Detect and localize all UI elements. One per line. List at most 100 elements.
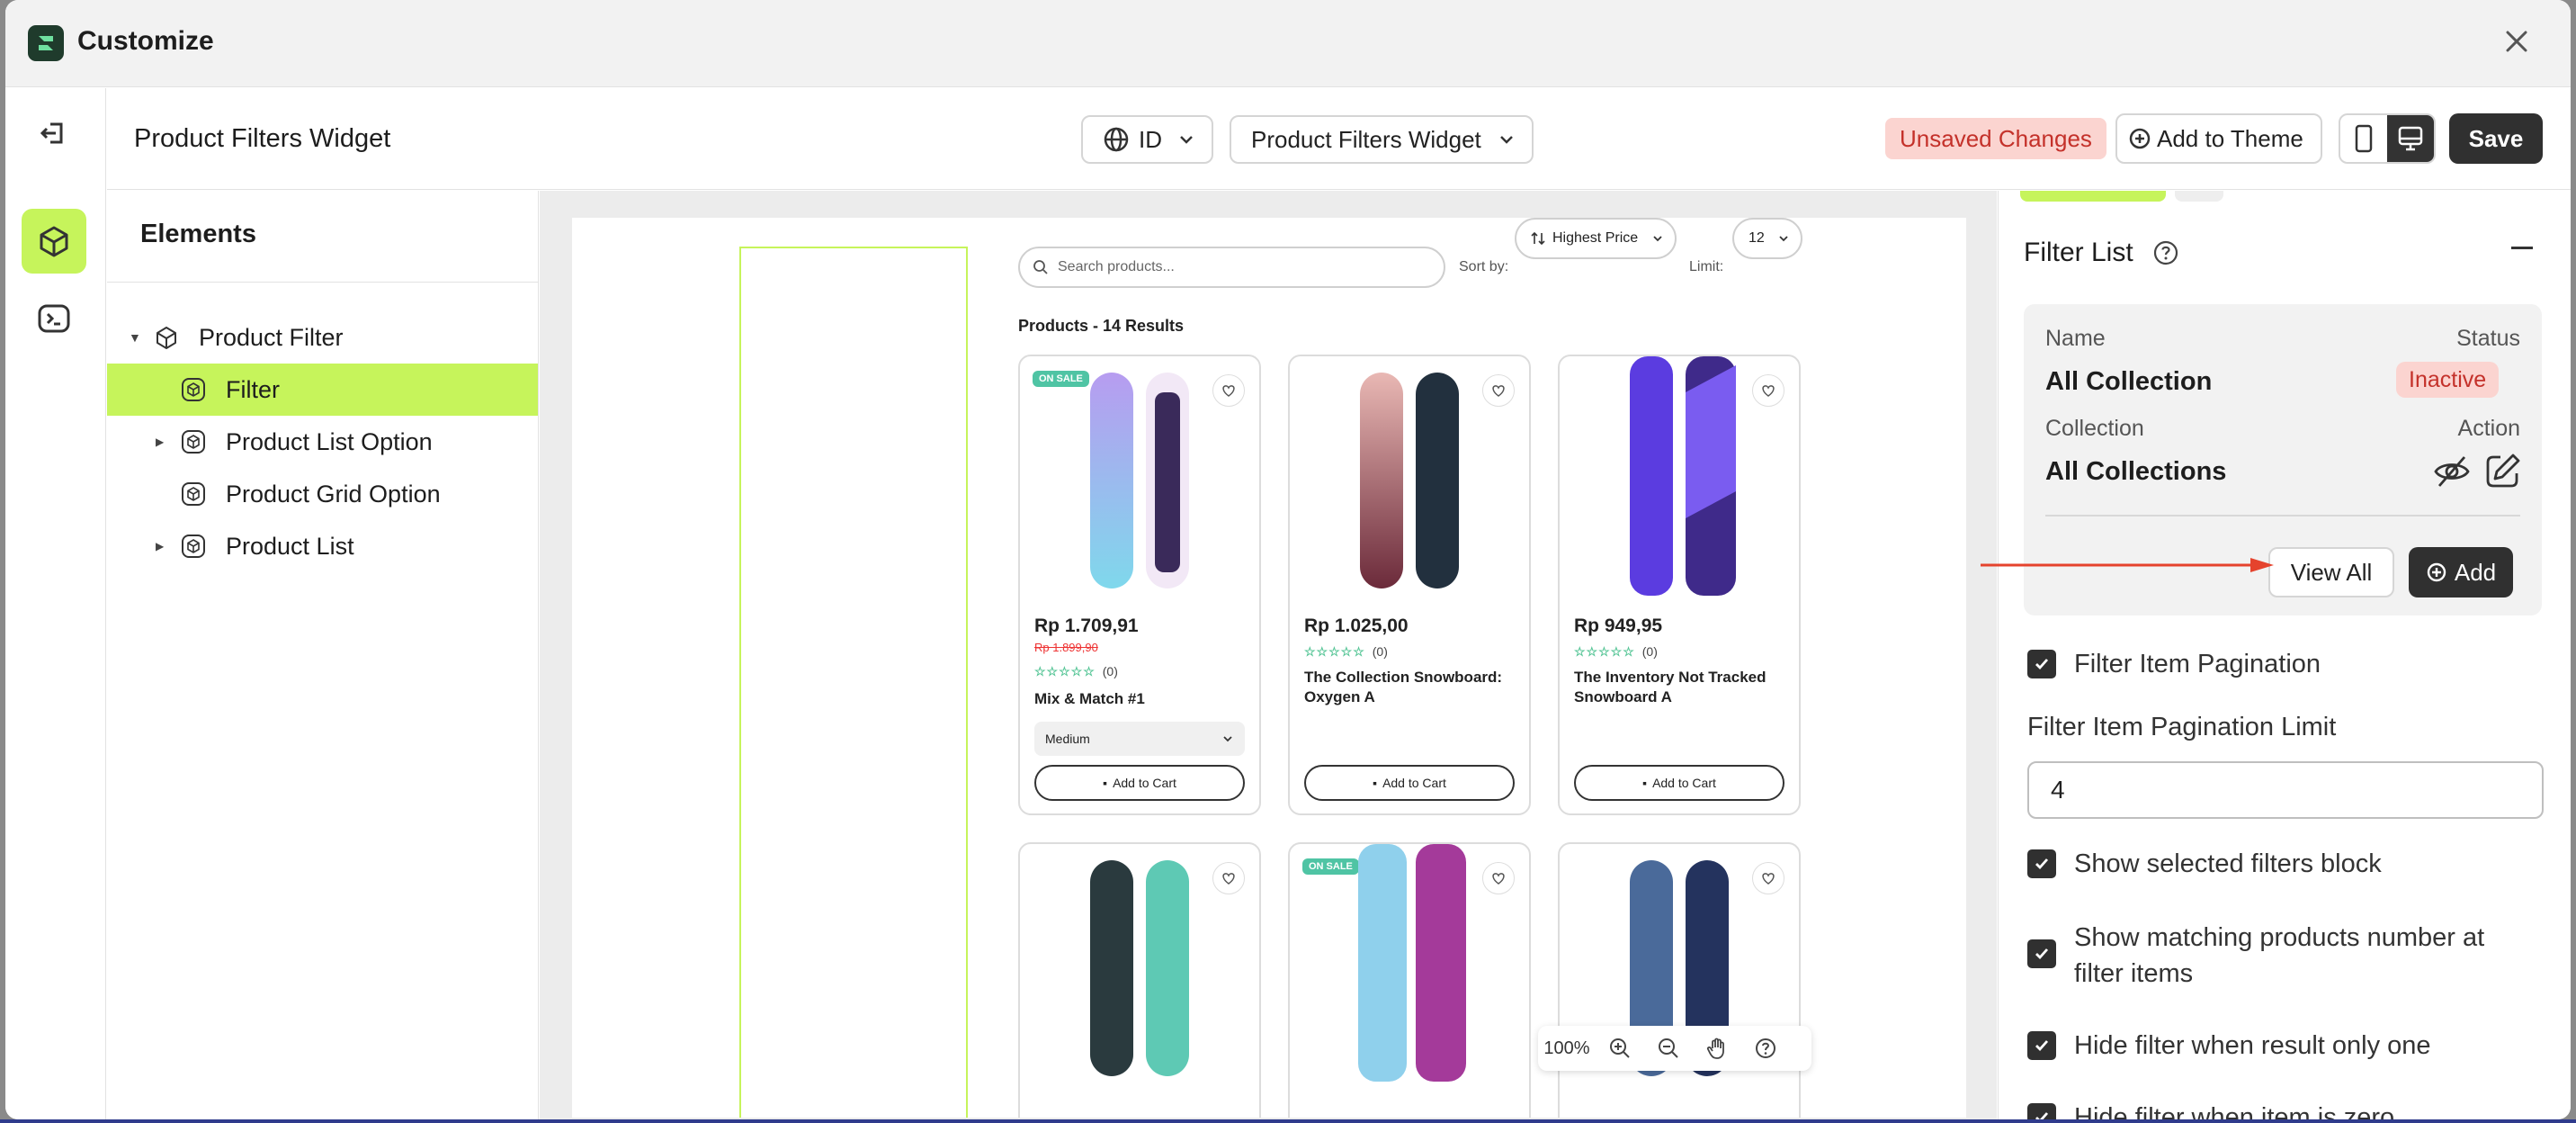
help-icon[interactable] bbox=[1741, 1026, 1790, 1071]
product-card[interactable] bbox=[1558, 842, 1801, 1118]
product-image[interactable] bbox=[1083, 853, 1200, 1083]
add-to-theme-label: Add to Theme bbox=[2157, 124, 2303, 152]
checkbox-checked-icon[interactable] bbox=[2027, 650, 2056, 678]
elements-tab-icon[interactable] bbox=[22, 209, 86, 274]
collection-label: Collection bbox=[2045, 416, 2144, 441]
product-search-input[interactable]: Search products... bbox=[1018, 247, 1445, 288]
heart-icon[interactable] bbox=[1752, 374, 1784, 407]
heart-icon[interactable] bbox=[1482, 374, 1515, 407]
editor-topbar: Product Filters Widget ID Product Filter… bbox=[107, 88, 2571, 190]
checkbox-checked-icon[interactable] bbox=[2027, 849, 2056, 878]
tree-item-product-filter[interactable]: ▼ Product Filter bbox=[107, 311, 538, 364]
add-button[interactable]: Add bbox=[2409, 547, 2513, 597]
product-image[interactable] bbox=[1623, 356, 1740, 599]
product-card[interactable]: ON SALE bbox=[1288, 842, 1531, 1118]
sale-badge: ON SALE bbox=[1302, 858, 1359, 875]
rating-stars: ☆☆☆☆☆ (0) bbox=[1034, 664, 1118, 679]
tree-item-label: Product List bbox=[226, 532, 354, 560]
product-card[interactable]: ON SALE Rp 1.709,91 Rp 1.899,90 ☆☆☆☆☆ (0)… bbox=[1018, 355, 1261, 815]
language-select[interactable]: ID bbox=[1081, 115, 1213, 164]
product-card[interactable]: Rp 1.025,00 ☆☆☆☆☆ (0) The Collection Snow… bbox=[1288, 355, 1531, 815]
rating-stars: ☆☆☆☆☆ (0) bbox=[1574, 644, 1658, 660]
sort-select[interactable]: Highest Price bbox=[1515, 218, 1677, 259]
desktop-view-icon[interactable] bbox=[2387, 115, 2434, 162]
product-name[interactable]: Mix & Match #1 bbox=[1034, 689, 1248, 709]
caret-down-icon[interactable]: ▼ bbox=[129, 330, 141, 345]
view-all-button[interactable]: View All bbox=[2268, 547, 2394, 597]
product-card[interactable] bbox=[1018, 842, 1261, 1118]
product-name[interactable]: The Collection Snowboard: Oxygen A bbox=[1304, 668, 1518, 707]
product-card[interactable]: Rp 949,95 ☆☆☆☆☆ (0) The Inventory Not Tra… bbox=[1558, 355, 1801, 815]
caret-right-icon[interactable]: ▶ bbox=[156, 540, 164, 553]
hide-filter-one-result-checkbox[interactable]: Hide filter when result only one bbox=[2027, 1028, 2431, 1064]
divider bbox=[2045, 515, 2520, 517]
edit-icon[interactable] bbox=[2482, 452, 2522, 491]
add-to-theme-button[interactable]: Add to Theme bbox=[2115, 113, 2322, 164]
unsaved-changes-badge: Unsaved Changes bbox=[1885, 118, 2106, 159]
stars-glyphs: ☆☆☆☆☆ bbox=[1304, 644, 1365, 659]
show-selected-filters-checkbox[interactable]: Show selected filters block bbox=[2027, 846, 2382, 882]
save-button[interactable]: Save bbox=[2449, 113, 2543, 164]
heart-icon[interactable] bbox=[1482, 862, 1515, 894]
add-to-cart-button[interactable]: ▪ Add to Cart bbox=[1304, 765, 1515, 801]
variant-select[interactable]: Medium bbox=[1034, 722, 1245, 756]
filter-list-title: Filter List bbox=[2024, 238, 2133, 267]
zoom-in-icon[interactable] bbox=[1596, 1026, 1644, 1071]
rating-count: (0) bbox=[1641, 644, 1658, 659]
chevron-down-icon bbox=[1180, 136, 1193, 144]
limit-select[interactable]: 12 bbox=[1732, 218, 1802, 259]
heart-icon[interactable] bbox=[1752, 862, 1784, 894]
page-title: Product Filters Widget bbox=[134, 124, 391, 153]
chevron-down-icon bbox=[1779, 236, 1788, 242]
tab-stub[interactable] bbox=[2020, 191, 2166, 202]
product-name[interactable]: The Inventory Not Tracked Snowboard A bbox=[1574, 668, 1788, 707]
checkbox-label: Hide filter when result only one bbox=[2074, 1031, 2431, 1060]
tree-item-product-grid-option[interactable]: Product Grid Option bbox=[107, 468, 538, 520]
pagination-limit-input[interactable]: 4 bbox=[2027, 761, 2544, 819]
tree-item-product-list[interactable]: ▶ Product List bbox=[107, 520, 538, 572]
mobile-view-icon[interactable] bbox=[2340, 115, 2387, 162]
stars-glyphs: ☆☆☆☆☆ bbox=[1574, 644, 1635, 659]
filter-placeholder[interactable] bbox=[739, 247, 968, 1118]
tree-item-filter[interactable]: Filter bbox=[107, 364, 538, 416]
chevron-down-icon bbox=[1223, 736, 1232, 742]
collapse-icon[interactable] bbox=[2511, 247, 2533, 249]
product-image[interactable] bbox=[1353, 844, 1470, 1083]
checkbox-checked-icon[interactable] bbox=[2027, 1103, 2056, 1119]
eye-off-icon[interactable] bbox=[2432, 452, 2472, 491]
product-price: Rp 1.025,00 bbox=[1304, 615, 1409, 636]
title-bar: Customize bbox=[5, 0, 2571, 87]
checkbox-checked-icon[interactable] bbox=[2027, 939, 2056, 968]
sale-badge: ON SALE bbox=[1033, 371, 1089, 387]
compare-price: Rp 1.899,90 bbox=[1034, 641, 1098, 654]
widget-select-value: Product Filters Widget bbox=[1251, 125, 1481, 153]
show-matching-count-checkbox[interactable]: Show matching products number at filter … bbox=[2027, 920, 2513, 992]
filter-item-pagination-checkbox[interactable]: Filter Item Pagination bbox=[2027, 646, 2321, 682]
settings-panel: Filter List Name Status All Collection I… bbox=[1998, 191, 2571, 1119]
stars-glyphs: ☆☆☆☆☆ bbox=[1034, 664, 1096, 678]
pagination-limit-label: Filter Item Pagination Limit bbox=[2027, 713, 2337, 741]
variant-value: Medium bbox=[1045, 732, 1090, 746]
caret-right-icon[interactable]: ▶ bbox=[156, 436, 164, 448]
add-to-cart-button[interactable]: ▪ Add to Cart bbox=[1574, 765, 1784, 801]
widget-select[interactable]: Product Filters Widget bbox=[1230, 115, 1534, 164]
results-count: Products - 14 Results bbox=[1018, 317, 1185, 335]
sort-label: Sort by: bbox=[1459, 259, 1509, 274]
product-image[interactable] bbox=[1083, 365, 1200, 596]
zoom-out-icon[interactable] bbox=[1644, 1026, 1693, 1071]
heart-icon[interactable] bbox=[1212, 862, 1245, 894]
hand-pan-icon[interactable] bbox=[1693, 1026, 1741, 1071]
checkbox-checked-icon[interactable] bbox=[2027, 1031, 2056, 1060]
close-icon[interactable] bbox=[2499, 23, 2535, 59]
add-to-cart-button[interactable]: ▪ Add to Cart bbox=[1034, 765, 1245, 801]
tree-item-product-list-option[interactable]: ▶ Product List Option bbox=[107, 416, 538, 468]
hide-filter-zero-checkbox[interactable]: Hide filter when item is zero bbox=[2027, 1100, 2394, 1119]
plus-circle-icon bbox=[2427, 562, 2446, 582]
add-label: Add bbox=[2454, 558, 2497, 586]
code-tab-icon[interactable] bbox=[22, 286, 86, 351]
product-image[interactable] bbox=[1353, 365, 1470, 596]
tab-stub[interactable] bbox=[2175, 191, 2223, 202]
heart-icon[interactable] bbox=[1212, 374, 1245, 407]
help-icon[interactable] bbox=[2151, 238, 2180, 267]
exit-icon[interactable] bbox=[36, 115, 72, 151]
